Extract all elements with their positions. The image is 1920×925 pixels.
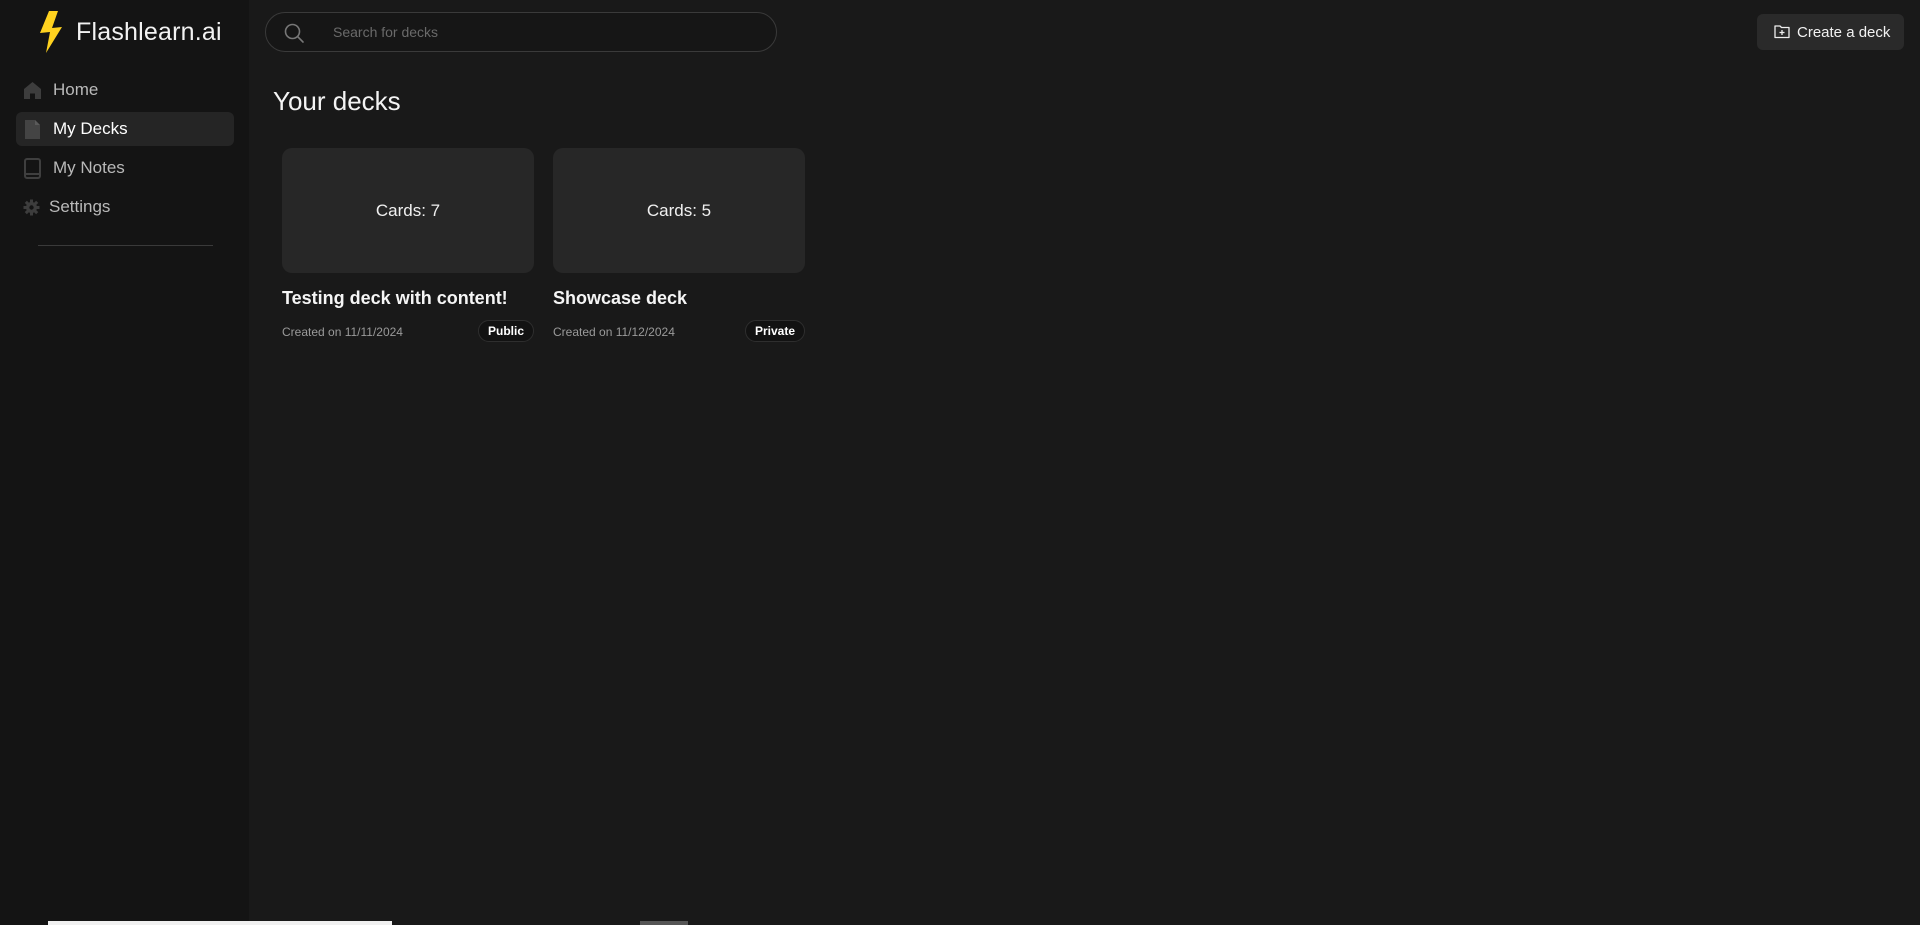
sidebar-item-my-notes[interactable]: My Notes <box>16 151 234 185</box>
sidebar-divider <box>38 245 213 246</box>
sidebar-item-settings[interactable]: Settings <box>16 190 234 224</box>
deck-card-count: Cards: 5 <box>646 200 712 220</box>
brand-name: Flashlearn.ai <box>76 17 222 46</box>
search-bar[interactable] <box>265 12 777 52</box>
brand[interactable]: Flashlearn.ai <box>36 10 222 54</box>
book-icon <box>24 158 41 179</box>
file-icon <box>25 120 40 139</box>
create-deck-label: Create a deck <box>1797 24 1891 41</box>
sidebar-item-label: My Decks <box>53 119 128 138</box>
scrollbar-indicator-secondary <box>640 921 688 925</box>
deck-thumbnail[interactable]: Cards: 7 <box>282 148 534 273</box>
sidebar: Flashlearn.ai Home My Decks My Notes Set… <box>0 0 249 925</box>
deck-title[interactable]: Testing deck with content! <box>282 288 508 309</box>
deck-thumbnail[interactable]: Cards: 5 <box>553 148 805 273</box>
deck-title[interactable]: Showcase deck <box>553 288 687 309</box>
create-deck-button[interactable]: Create a deck <box>1757 14 1904 50</box>
deck-card-count: Cards: 7 <box>375 200 441 220</box>
app-window: Flashlearn.ai Home My Decks My Notes Set… <box>0 0 1920 925</box>
search-icon <box>284 23 304 43</box>
sidebar-item-home[interactable]: Home <box>16 73 234 107</box>
deck-created-date: Created on 11/11/2024 <box>282 325 403 339</box>
deck-card[interactable]: Cards: 5 Showcase deck Created on 11/12/… <box>553 148 805 348</box>
deck-card[interactable]: Cards: 7 Testing deck with content! Crea… <box>282 148 534 348</box>
sidebar-item-label: Home <box>53 80 99 99</box>
gear-icon <box>23 199 40 216</box>
visibility-badge: Public <box>477 320 534 342</box>
visibility-badge: Private <box>744 320 805 342</box>
lightning-bolt-icon <box>40 11 62 53</box>
home-icon <box>24 82 41 99</box>
deck-created-date: Created on 11/12/2024 <box>553 325 675 339</box>
search-input[interactable] <box>333 21 753 43</box>
sidebar-item-my-decks[interactable]: My Decks <box>16 112 234 146</box>
folder-plus-icon <box>1774 25 1790 39</box>
sidebar-nav: Home My Decks My Notes Settings <box>16 73 234 229</box>
scrollbar-indicator <box>48 921 392 925</box>
sidebar-item-label: Settings <box>49 197 111 216</box>
sidebar-item-label: My Notes <box>53 158 125 177</box>
page-title: Your decks <box>273 86 401 116</box>
